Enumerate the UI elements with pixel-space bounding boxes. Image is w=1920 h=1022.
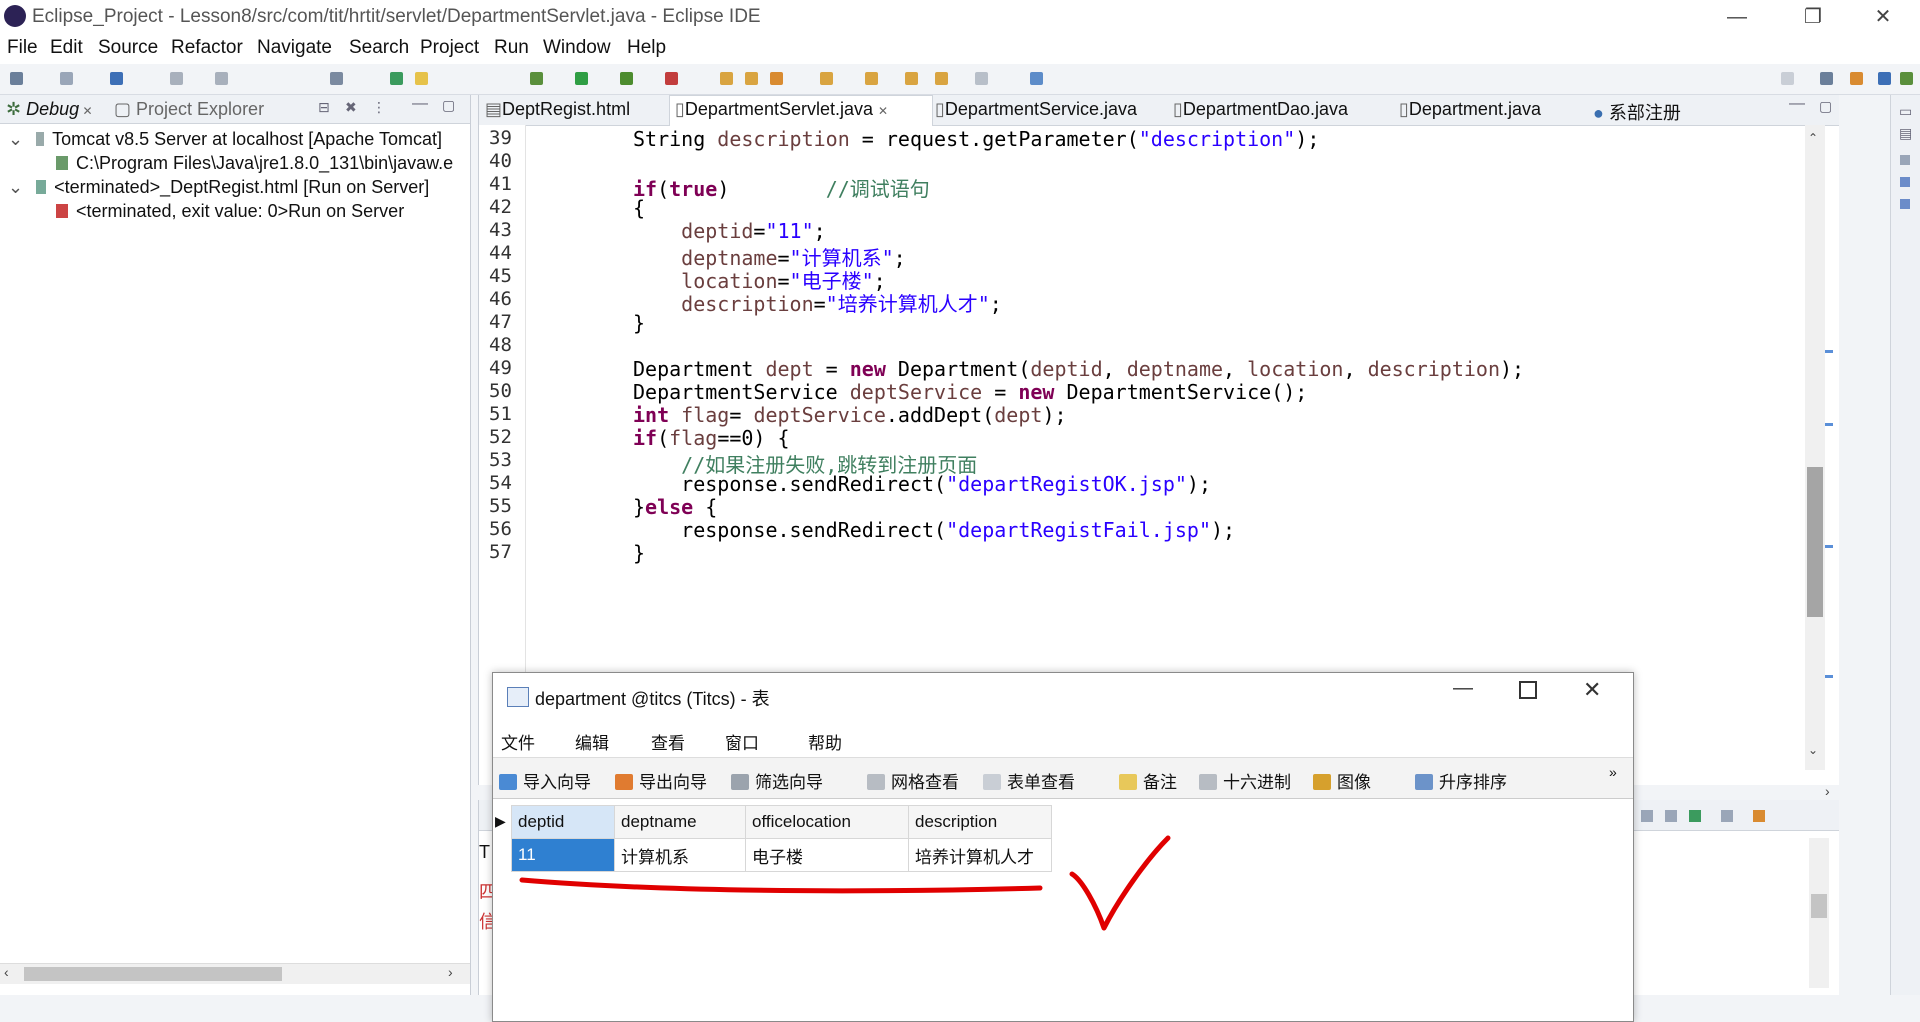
handwritten-annotation [519,835,1171,931]
underline-mark [519,877,1043,894]
checkmark-icon [1069,835,1171,931]
